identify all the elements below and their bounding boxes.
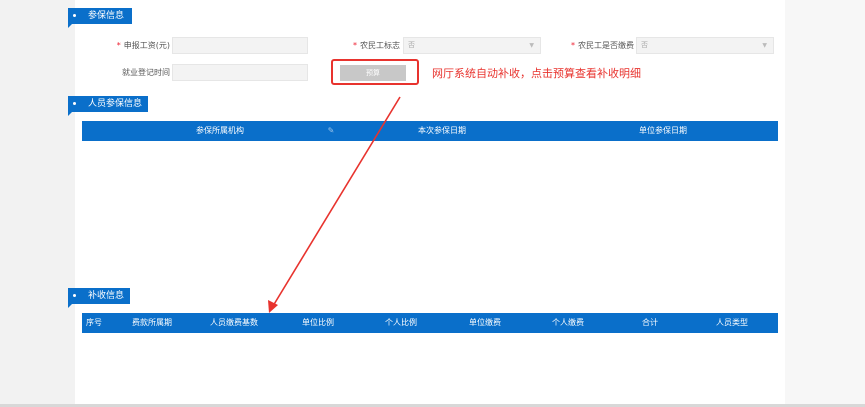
arrow-line: [272, 96, 401, 307]
annotation-arrow: [268, 96, 401, 313]
arrow-head: [268, 300, 278, 313]
